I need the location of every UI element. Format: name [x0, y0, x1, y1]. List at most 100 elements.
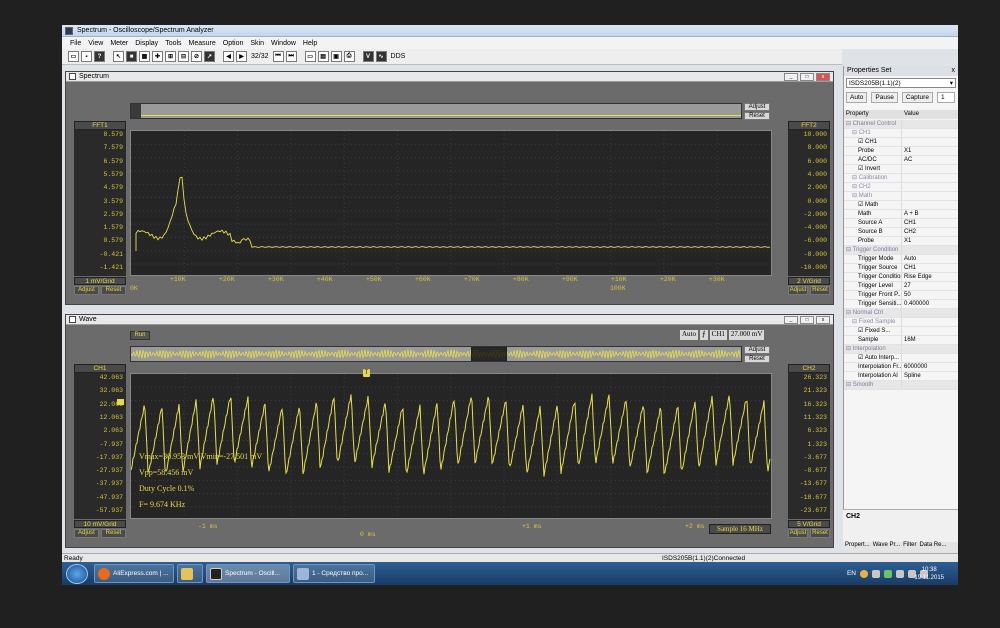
property-value[interactable]: 50 — [902, 291, 958, 299]
tray-settings-icon[interactable] — [872, 569, 880, 578]
property-value[interactable]: 6000000 — [902, 363, 958, 371]
property-row[interactable]: Source A CH1 — [844, 219, 958, 228]
last-icon[interactable]: ⏭ — [285, 51, 297, 62]
wave-plot[interactable]: Vmax=30.953 mV Vmin=-27.501 mV Vpp=58.45… — [130, 373, 772, 519]
property-row[interactable]: Trigger Mode Auto — [844, 255, 958, 264]
save-icon[interactable]: ▪ — [81, 51, 92, 62]
checkbox-icon[interactable]: ☑ — [858, 139, 865, 145]
menu-measure[interactable]: Measure — [189, 40, 216, 47]
menu-file[interactable]: File — [70, 40, 81, 47]
property-value[interactable]: CH2 — [902, 228, 958, 236]
property-value[interactable]: 0.400000 — [902, 300, 958, 308]
ch2-reset-button[interactable]: Reset — [810, 529, 830, 538]
new-icon[interactable]: ▭ — [68, 51, 79, 62]
capture-button[interactable]: Capture — [901, 92, 933, 103]
expand-icon[interactable]: ⊟ — [852, 130, 859, 136]
property-value[interactable]: Auto — [902, 255, 958, 263]
property-row[interactable]: ☑ Math — [844, 201, 958, 210]
stop-icon[interactable]: ■ — [126, 51, 137, 62]
checkbox-icon[interactable]: ☑ — [858, 328, 865, 334]
task-explorer[interactable] — [177, 564, 203, 583]
menu-skin[interactable]: Skin — [250, 40, 264, 47]
property-value[interactable]: CH1 — [902, 219, 958, 227]
property-value[interactable]: 16M — [902, 336, 958, 344]
overview-window-handle[interactable] — [471, 347, 507, 361]
fft2-reset-button[interactable]: Reset — [810, 286, 830, 295]
wave-top-adjust-button[interactable]: Adjust — [744, 346, 770, 354]
trigger-channel[interactable]: CH1 — [709, 330, 727, 340]
task-spectrum[interactable]: Spectrum - Oscill... — [206, 564, 290, 583]
property-row[interactable]: ☑ CH1 — [844, 138, 958, 147]
clock[interactable]: 10:38 19.11.2015 — [914, 566, 944, 582]
property-value[interactable]: X1 — [902, 237, 958, 245]
menu-help[interactable]: Help — [303, 40, 317, 47]
ch1-reset-button[interactable]: Reset — [101, 529, 126, 538]
expand-icon[interactable]: ⊟ — [846, 121, 853, 127]
property-row[interactable]: Trigger Source CH1 — [844, 264, 958, 273]
property-row[interactable]: ⊟ Channel Control — [844, 120, 958, 129]
properties-close-icon[interactable]: x — [952, 66, 956, 76]
property-row[interactable]: ⊟ Normal Ctrl — [844, 309, 958, 318]
fft1-adjust-button[interactable]: Adjust — [74, 286, 99, 295]
property-value[interactable]: 27 — [902, 282, 958, 290]
spectrum-overview-bar[interactable] — [130, 103, 742, 119]
auto-button[interactable]: Auto — [846, 92, 868, 103]
property-row[interactable]: ☑ Auto Interp... — [844, 354, 958, 363]
device-select[interactable]: ISDS205B(1.1)(2) ▾ — [846, 78, 956, 88]
property-row[interactable]: Sample 16M — [844, 336, 958, 345]
property-row[interactable]: ⊟ Smooth — [844, 381, 958, 390]
expand-icon[interactable]: ⊟ — [852, 193, 859, 199]
prev-icon[interactable]: ◀ — [223, 51, 234, 62]
property-value[interactable] — [902, 246, 958, 254]
wave-maximize-button[interactable]: □ — [800, 316, 814, 324]
property-value[interactable] — [902, 345, 958, 353]
property-value[interactable] — [902, 129, 958, 137]
overview-handle[interactable] — [131, 104, 141, 118]
property-row[interactable]: ⊟ Fixed Sample — [844, 318, 958, 327]
checkbox-icon[interactable]: ☑ — [858, 355, 865, 361]
rise-edge-icon[interactable]: ⨍ — [700, 330, 708, 340]
menu-window[interactable]: Window — [271, 40, 296, 47]
dds-icon[interactable]: ∿ — [375, 51, 387, 62]
property-value[interactable] — [902, 174, 958, 182]
crosshair-icon[interactable]: ✚ — [152, 51, 163, 62]
property-row[interactable]: Source B CH2 — [844, 228, 958, 237]
tile-icon[interactable]: ▤ — [317, 51, 329, 62]
expand-icon[interactable]: ⊟ — [846, 382, 853, 388]
property-row[interactable]: Probe X1 — [844, 147, 958, 156]
property-row[interactable]: Probe X1 — [844, 237, 958, 246]
window-icon[interactable]: ▭ — [304, 51, 316, 62]
wave-minimize-button[interactable]: _ — [784, 316, 798, 324]
property-row[interactable]: Interpolation Al Spline — [844, 372, 958, 381]
menu-meter[interactable]: Meter — [110, 40, 128, 47]
menu-display[interactable]: Display — [135, 40, 158, 47]
property-value[interactable]: A + B — [902, 210, 958, 218]
property-value[interactable] — [902, 165, 958, 173]
property-value[interactable] — [902, 183, 958, 191]
property-row[interactable]: Math A + B — [844, 210, 958, 219]
expand-icon[interactable]: ⊟ — [846, 247, 853, 253]
start-button[interactable] — [66, 563, 88, 584]
menu-view[interactable]: View — [88, 40, 103, 47]
property-row[interactable]: ⊟ CH2 — [844, 183, 958, 192]
property-value[interactable] — [902, 381, 958, 389]
zoom-in-icon[interactable]: ⊞ — [165, 51, 176, 62]
task-tool[interactable]: 1 - Средство про... — [293, 564, 375, 583]
expand-icon[interactable]: ⊟ — [852, 319, 859, 325]
property-row[interactable]: AC/DC AC — [844, 156, 958, 165]
minimize-button[interactable]: _ — [784, 73, 798, 81]
property-row[interactable]: Trigger Sensiti... 0.400000 — [844, 300, 958, 309]
tab-data-record[interactable]: Data Re... — [919, 542, 946, 552]
property-row[interactable]: ⊟ CH1 — [844, 129, 958, 138]
probe-icon[interactable]: ⊘ — [191, 51, 202, 62]
checkbox-icon[interactable]: ☑ — [858, 166, 865, 172]
voltmeter-button[interactable]: V — [362, 51, 374, 62]
expand-icon[interactable]: ⊟ — [846, 346, 853, 352]
property-value[interactable]: AC — [902, 156, 958, 164]
expand-icon[interactable]: ⊟ — [852, 175, 859, 181]
property-row[interactable]: ☑ Fixed S... — [844, 327, 958, 336]
tab-filter[interactable]: Filter — [903, 542, 916, 552]
close-button[interactable]: x — [816, 73, 830, 81]
tray-app-icon[interactable] — [860, 569, 868, 578]
property-value[interactable] — [902, 201, 958, 209]
